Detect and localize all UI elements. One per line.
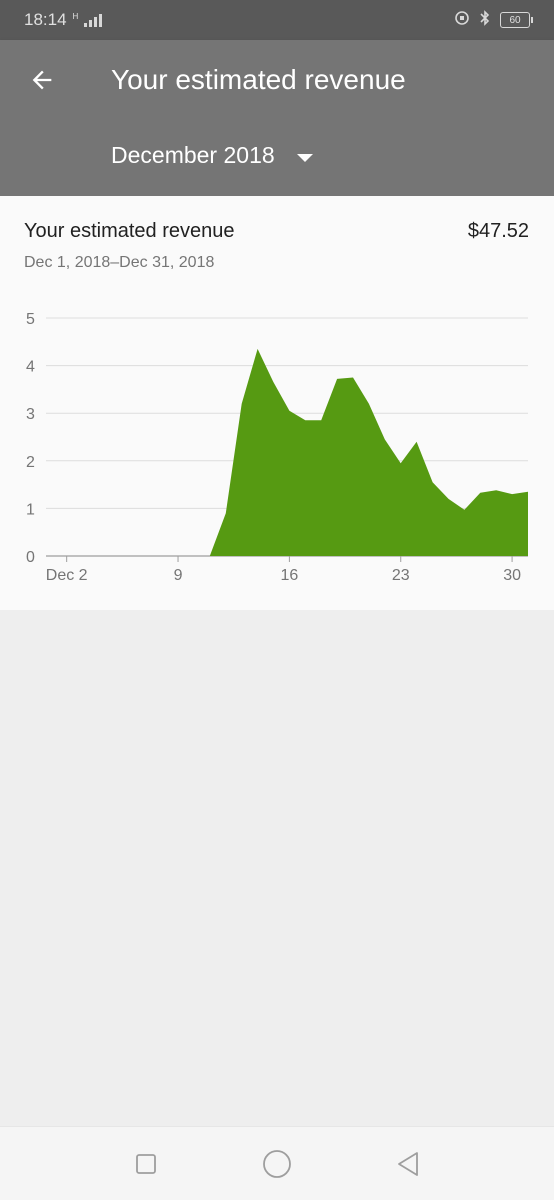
network-type: H (72, 11, 79, 21)
y-tick-label: 2 (26, 454, 35, 471)
y-tick-label: 0 (26, 549, 35, 566)
status-right: 60 (454, 10, 533, 30)
recents-square-icon (135, 1153, 156, 1174)
bluetooth-icon (478, 10, 492, 30)
battery-icon: 60 (500, 12, 533, 28)
home-button[interactable] (257, 1144, 297, 1184)
x-tick-label: 16 (280, 567, 298, 584)
arrow-back-icon (32, 70, 52, 90)
page-title: Your estimated revenue (111, 64, 406, 95)
y-tick-label: 1 (26, 501, 35, 518)
card-title: Your estimated revenue (24, 220, 235, 242)
recents-button[interactable] (126, 1144, 166, 1184)
battery-level: 60 (509, 14, 521, 26)
x-tick-label: 9 (174, 567, 183, 584)
status-left: 18:14 H (24, 10, 103, 30)
system-nav-bar (0, 1126, 554, 1200)
x-tick-label: Dec 2 (46, 567, 88, 584)
alarm-icon (454, 10, 470, 30)
y-tick-label: 4 (26, 359, 35, 376)
dropdown-caret-icon (296, 153, 313, 162)
date-range: Dec 1, 2018–Dec 31, 2018 (24, 254, 215, 271)
y-tick-label: 3 (26, 406, 35, 423)
y-tick-label: 5 (26, 311, 35, 328)
x-tick-label: 30 (503, 567, 521, 584)
status-time: 18:14 (24, 10, 67, 29)
back-triangle-icon (398, 1151, 419, 1176)
back-button[interactable] (22, 60, 62, 100)
signal-icon (84, 13, 103, 27)
month-dropdown-label: December 2018 (111, 142, 275, 168)
month-dropdown[interactable]: December 2018 (111, 142, 313, 169)
x-tick-label: 23 (392, 567, 410, 584)
revenue-amount: $47.52 (467, 220, 529, 242)
revenue-chart: 012345Dec 2 9 16 23 30 (26, 311, 528, 584)
nav-back-button[interactable] (388, 1144, 428, 1184)
app-bar: Your estimated revenue December 2018 (0, 40, 554, 196)
home-circle-icon (263, 1149, 291, 1178)
status-bar: 18:14 H 60 (0, 0, 554, 40)
revenue-area-series (50, 348, 528, 556)
revenue-card: Your estimated revenue $47.52 Dec 1, 201… (0, 196, 554, 610)
